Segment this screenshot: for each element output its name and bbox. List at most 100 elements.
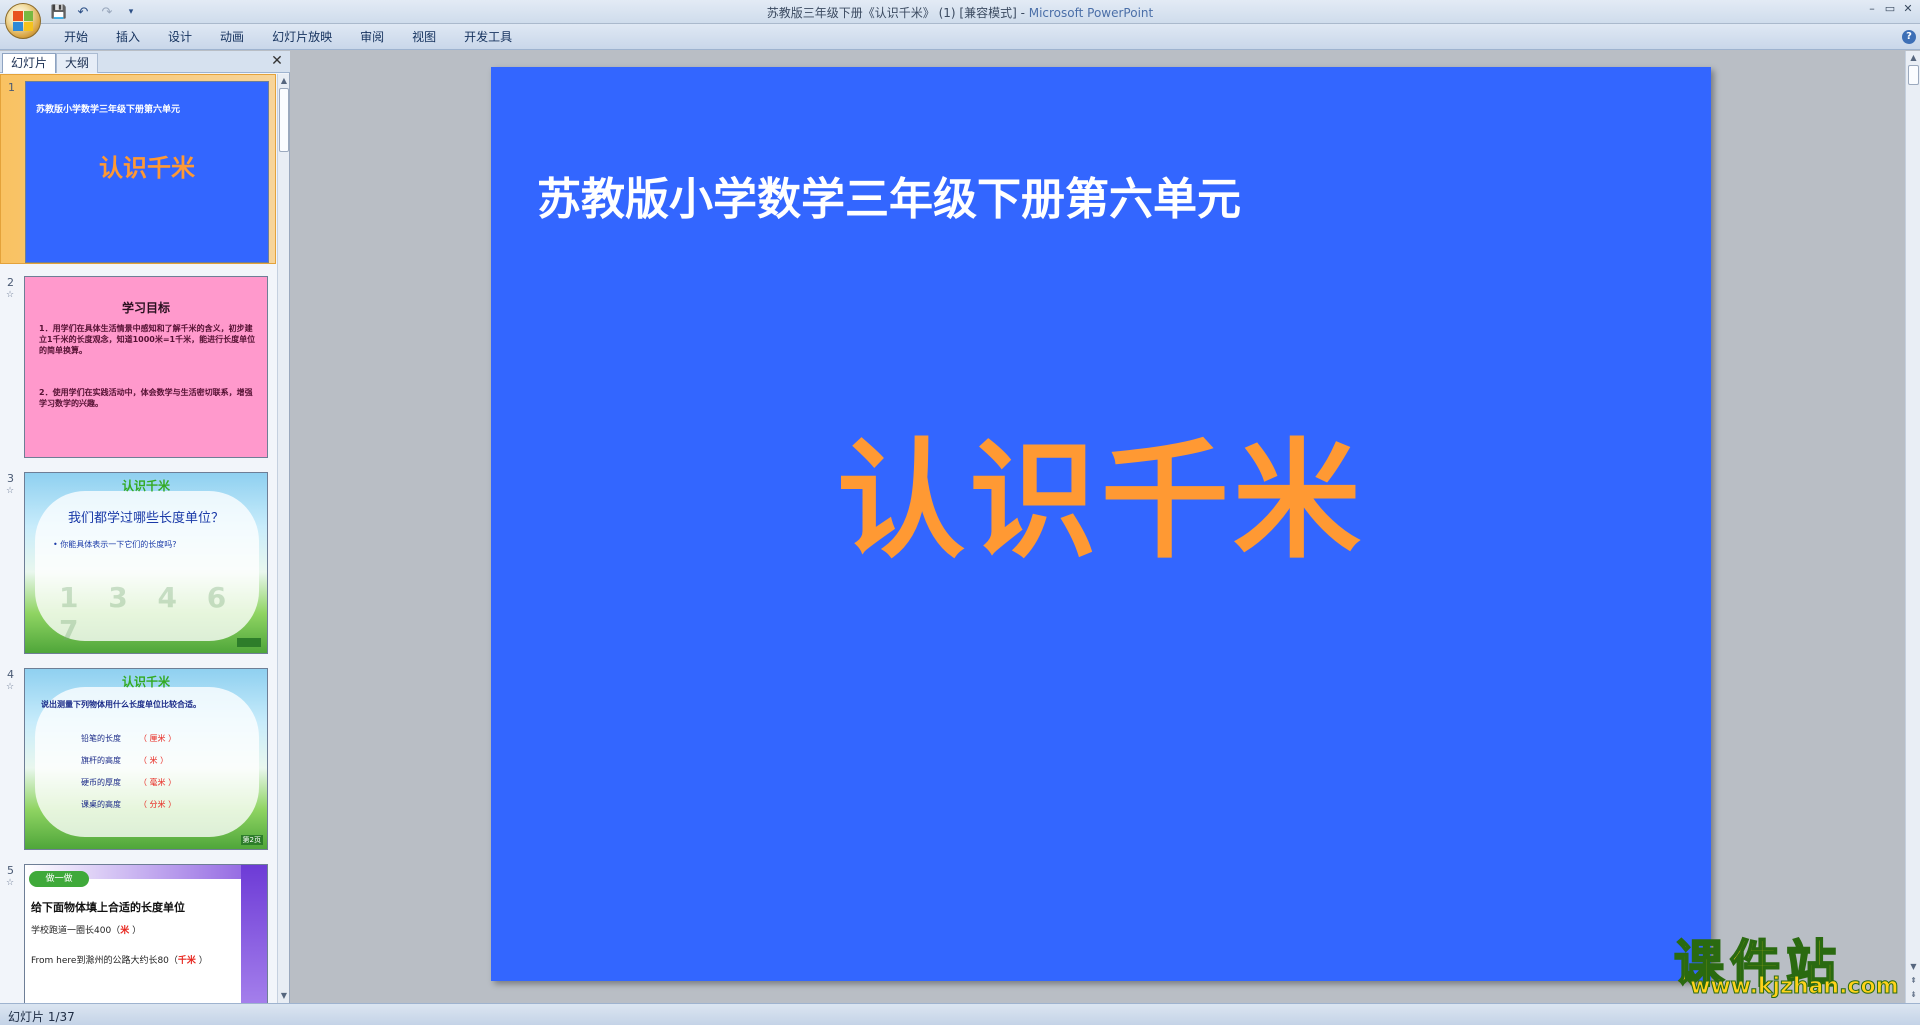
title-bar: 💾 ↶ ↷ ▾ 苏教版三年级下册《认识千米》 (1) [兼容模式] - Micr… [0, 0, 1920, 24]
line-answer: 千米 [177, 956, 196, 966]
tab-slides[interactable]: 幻灯片 [2, 53, 57, 73]
scroll-down-icon[interactable]: ▼ [1908, 961, 1919, 973]
decorative-side [241, 865, 267, 1003]
thumbnail-row-3[interactable]: 3 ☆ 认识千米 我们都学过哪些长度单位？ • 你能具体表示一下它们的长度吗? … [0, 466, 276, 656]
slide-subtitle[interactable]: 苏教版小学数学三年级下册第六单元 [537, 163, 1241, 227]
thumbnail-question: 说出测量下列物体用什么长度单位比较合适。 [41, 700, 201, 709]
thumbnail-row-2[interactable]: 2 ☆ 学习目标 1．用学们在具体生活情景中感知和了解千米的含义，初步建立1千米… [0, 270, 276, 460]
thumbnail-number: 2 [7, 276, 14, 289]
scroll-down-icon[interactable]: ▼ [279, 991, 289, 1001]
thumbnail-row-1[interactable]: 1 苏教版小学数学三年级下册第六单元 认识千米 [0, 74, 276, 264]
next-slide-icon[interactable]: ⇟ [1908, 989, 1919, 1001]
thumbnail-slide-3[interactable]: 认识千米 我们都学过哪些长度单位？ • 你能具体表示一下它们的长度吗? 1 3 … [24, 472, 268, 654]
tab-design[interactable]: 设计 [154, 29, 206, 45]
tab-animations[interactable]: 动画 [206, 29, 258, 45]
row-answer: （ 厘米 ） [139, 734, 177, 743]
ribbon-tab-bar: 开始 插入 设计 动画 幻灯片放映 审阅 视图 开发工具 ? [0, 24, 1920, 50]
previous-slide-icon[interactable]: ⇞ [1908, 975, 1919, 987]
pane-close-icon[interactable]: ✕ [270, 54, 284, 68]
thumbnail-digits: 1 3 4 6 7 [59, 581, 237, 647]
help-icon[interactable]: ? [1902, 30, 1916, 44]
row-answer: （ 分米 ） [139, 800, 177, 809]
list-item: 学校跑道一圈长400（米 ） [31, 923, 141, 936]
thumbnail-heading: 学习目标 [121, 301, 170, 315]
slide-title[interactable]: 认识千米 [491, 397, 1711, 582]
thumbnail-slide-4[interactable]: 认识千米 说出测量下列物体用什么长度单位比较合适。 铅笔的长度 （ 厘米 ） 旗杆… [24, 668, 268, 850]
row-label: 硬币的厚度 [81, 778, 121, 787]
list-item: 旗杆的高度 （ 米 ） [81, 755, 168, 766]
thumbnail-bullet: • 你能具体表示一下它们的长度吗? [53, 540, 177, 549]
minimize-button[interactable]: – [1864, 2, 1880, 16]
list-item: 课桌的高度 （ 分米 ） [81, 799, 176, 810]
thumbnail-heading: 给下面物体填上合适的长度单位 [31, 901, 185, 914]
thumbnail-title: 认识千米 [99, 154, 195, 182]
tab-insert[interactable]: 插入 [102, 29, 154, 45]
animation-star-icon: ☆ [6, 486, 15, 496]
restore-button[interactable]: ▭ [1882, 2, 1898, 16]
scroll-up-icon[interactable]: ▲ [279, 76, 289, 86]
line-text: 学校跑道一圈长400（ [31, 926, 121, 936]
thumbnail-scrollbar[interactable]: ▲ ▼ [277, 74, 289, 1003]
window-title: 苏教版三年级下册《认识千米》 (1) [兼容模式] - Microsoft Po… [0, 4, 1920, 21]
thumbnail-badge: 做一做 [29, 871, 89, 887]
office-button[interactable] [5, 3, 41, 39]
thumbnail-number: 3 [7, 472, 14, 485]
tab-developer[interactable]: 开发工具 [450, 29, 526, 45]
line-text: From here到滁州的公路大约长80（ [31, 956, 178, 966]
office-logo-icon [13, 11, 33, 31]
document-title: 苏教版三年级下册《认识千米》 (1) [兼容模式] - [766, 6, 1029, 20]
animation-star-icon: ☆ [6, 290, 15, 300]
row-label: 铅笔的长度 [81, 734, 121, 743]
tab-view[interactable]: 视图 [398, 29, 450, 45]
thumbnail-number: 4 [7, 668, 14, 681]
thumbnail-slide-2[interactable]: 学习目标 1．用学们在具体生活情景中感知和了解千米的含义，初步建立1千米的长度观… [24, 276, 268, 458]
slide-counter: 幻灯片 1/37 [8, 1010, 75, 1024]
row-answer: （ 米 ） [139, 756, 169, 765]
thumbnail-paragraph-1: 1．用学们在具体生活情景中感知和了解千米的含义，初步建立1千米的长度观念，知道1… [39, 324, 256, 355]
thumbnail-slide-1[interactable]: 苏教版小学数学三年级下册第六单元 认识千米 [25, 81, 269, 263]
editor-scrollbar[interactable]: ▲ ▼ ⇞ ⇟ [1905, 51, 1920, 1003]
row-label: 课桌的高度 [81, 800, 121, 809]
row-label: 旗杆的高度 [81, 756, 121, 765]
line-answer: 米 [120, 926, 130, 936]
scroll-thumb[interactable] [279, 88, 289, 152]
corner-tag: 第2页 [240, 835, 263, 845]
list-item: From here到滁州的公路大约长80（千米 ） [31, 953, 208, 966]
animation-star-icon: ☆ [6, 878, 15, 888]
thumbnail-heading: 认识千米 [121, 479, 170, 493]
slide-editor: 苏教版小学数学三年级下册第六单元 认识千米 [291, 51, 1905, 1003]
thumbnail-paragraph-2: 2．使用学们在实践活动中，体会数学与生活密切联系，增强学习数学的兴趣。 [39, 388, 253, 408]
ribbon-tabs: 开始 插入 设计 动画 幻灯片放映 审阅 视图 开发工具 [50, 29, 526, 45]
app-name: Microsoft PowerPoint [1028, 6, 1154, 20]
thumbnail-slide-5[interactable]: 做一做 给下面物体填上合适的长度单位 学校跑道一圈长400（米 ） From h… [24, 864, 268, 1003]
scroll-thumb[interactable] [1908, 65, 1919, 85]
line-end: ） [195, 956, 208, 966]
current-slide[interactable]: 苏教版小学数学三年级下册第六单元 认识千米 [491, 67, 1711, 981]
line-end: ） [129, 926, 142, 936]
thumbnail-row-4[interactable]: 4 ☆ 认识千米 说出测量下列物体用什么长度单位比较合适。 铅笔的长度 （ 厘米 … [0, 662, 276, 852]
close-button[interactable]: ✕ [1900, 2, 1916, 16]
pane-tabs: 幻灯片 大纲 ✕ [0, 51, 290, 73]
thumbnail-subtitle: 苏教版小学数学三年级下册第六单元 [36, 105, 181, 115]
row-answer: （ 毫米 ） [139, 778, 177, 787]
corner-tag [237, 638, 261, 647]
watermark-logo: 课件站 www.kjzhan.com [1668, 924, 1904, 1004]
window-controls: – ▭ ✕ [1864, 2, 1916, 16]
list-item: 硬币的厚度 （ 毫米 ） [81, 777, 176, 788]
thumbnail-number: 5 [7, 864, 14, 877]
list-item: 铅笔的长度 （ 厘米 ） [81, 733, 176, 744]
scroll-up-icon[interactable]: ▲ [1908, 52, 1919, 64]
watermark-url: www.kjzhan.com [1690, 974, 1900, 1000]
thumbnail-list: 1 苏教版小学数学三年级下册第六单元 认识千米 2 ☆ 学习目标 1．用学们在具… [0, 74, 276, 1003]
thumbnail-heading: 认识千米 [121, 675, 170, 689]
tab-slideshow[interactable]: 幻灯片放映 [258, 29, 346, 45]
tab-review[interactable]: 审阅 [346, 29, 398, 45]
status-bar: 幻灯片 1/37 [0, 1003, 1920, 1025]
tab-outline[interactable]: 大纲 [56, 53, 99, 73]
tab-home[interactable]: 开始 [50, 29, 102, 45]
animation-star-icon: ☆ [6, 682, 15, 692]
thumbnail-number: 1 [8, 81, 15, 94]
thumbnail-question: 我们都学过哪些长度单位？ [67, 511, 224, 526]
slides-pane: 幻灯片 大纲 ✕ 1 苏教版小学数学三年级下册第六单元 认识千米 2 ☆ 学习目… [0, 51, 290, 1003]
thumbnail-row-5[interactable]: 5 ☆ 做一做 给下面物体填上合适的长度单位 学校跑道一圈长400（米 ） Fr… [0, 858, 276, 1003]
